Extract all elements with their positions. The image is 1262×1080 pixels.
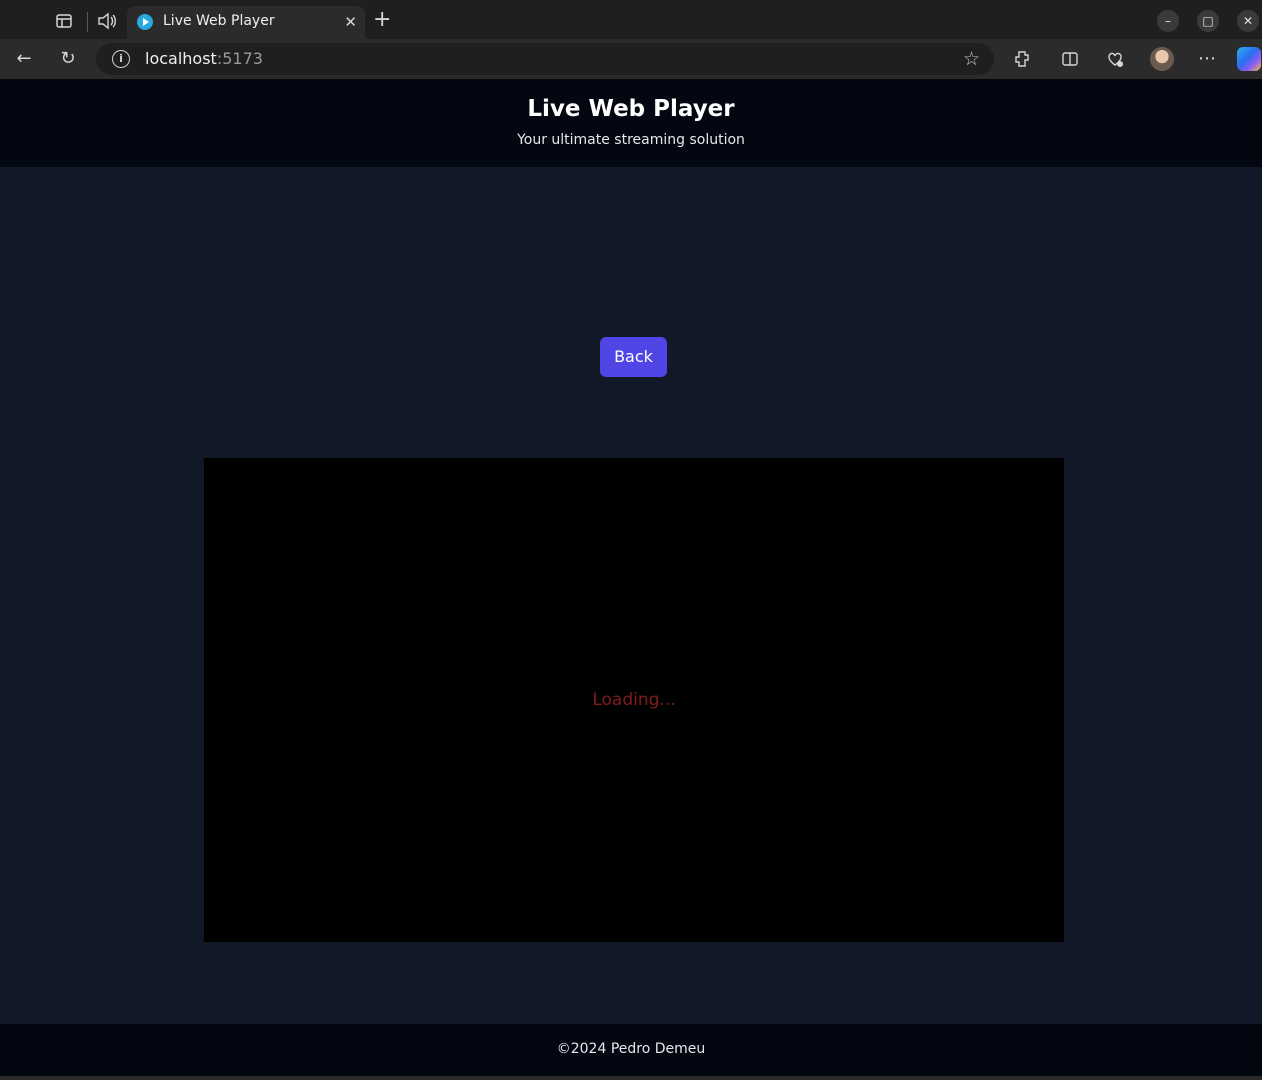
page-subtitle: Your ultimate streaming solution [517, 132, 745, 148]
footer-copyright: ©2024 Pedro Demeu [556, 1041, 706, 1057]
back-arrow-icon[interactable]: ← [14, 49, 34, 69]
page: Live Web Player Your ultimate streaming … [0, 79, 1262, 1080]
window-bottom-edge [0, 1076, 1262, 1080]
favorite-star-icon[interactable]: ☆ [963, 48, 980, 70]
site-info-icon[interactable]: i [112, 50, 130, 68]
play-favicon-icon [137, 14, 153, 30]
url-text[interactable]: localhost:5173 [145, 49, 263, 68]
tab-title: Live Web Player [163, 13, 275, 29]
site-header: Live Web Player Your ultimate streaming … [0, 79, 1262, 167]
loading-text: Loading... [592, 690, 676, 710]
tab-divider [87, 12, 88, 32]
tab-live-web-player[interactable]: Live Web Player ✕ [127, 6, 365, 39]
browser-toolbar: ← ↻ i localhost:5173 ☆ ⋯ [0, 39, 1262, 79]
browser-tab-bar: Live Web Player ✕ + – □ ✕ [0, 0, 1262, 39]
more-options-icon[interactable]: ⋯ [1197, 49, 1217, 69]
url-host: localhost [145, 49, 217, 68]
maximize-icon[interactable]: □ [1197, 10, 1219, 32]
page-title: Live Web Player [527, 96, 735, 122]
address-bar[interactable]: i localhost:5173 ☆ [96, 43, 994, 75]
browser-essentials-icon[interactable] [1105, 49, 1125, 69]
close-window-icon[interactable]: ✕ [1237, 10, 1259, 32]
minimize-icon[interactable]: – [1157, 10, 1179, 32]
back-button[interactable]: Back [600, 337, 667, 377]
split-screen-icon[interactable] [1060, 49, 1080, 69]
speaker-icon[interactable] [97, 12, 116, 30]
extensions-icon[interactable] [1012, 49, 1032, 69]
copilot-icon[interactable] [1237, 47, 1261, 71]
url-port: :5173 [216, 49, 263, 68]
site-footer: ©2024 Pedro Demeu [0, 1024, 1262, 1076]
new-tab-icon[interactable]: + [373, 9, 391, 31]
video-player[interactable]: Loading... [204, 458, 1064, 942]
profile-avatar[interactable] [1150, 47, 1174, 71]
reload-icon[interactable]: ↻ [58, 49, 78, 69]
tab-actions-icon[interactable] [55, 12, 73, 30]
close-tab-icon[interactable]: ✕ [344, 13, 357, 31]
